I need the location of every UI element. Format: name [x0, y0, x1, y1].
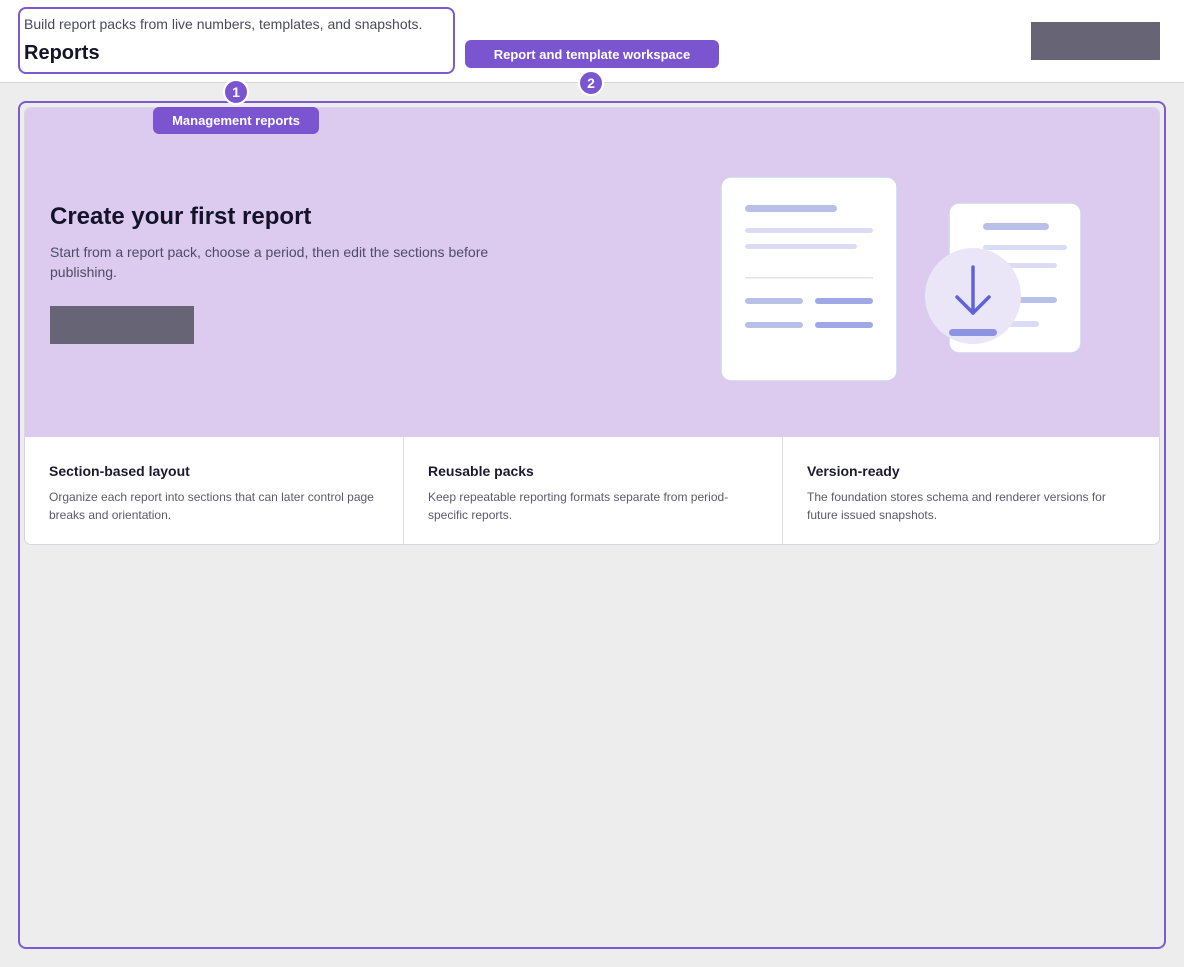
- feature-list: Section-based layout Organize each repor…: [25, 437, 1159, 544]
- hero-description: Start from a report pack, choose a perio…: [50, 244, 489, 280]
- empty-state-card: Create your first report Start from a re…: [24, 107, 1160, 545]
- feature-title: Section-based layout: [49, 463, 190, 479]
- page-header: Build report packs from live numbers, te…: [18, 7, 455, 74]
- page-title: Reports: [24, 42, 100, 64]
- hero-banner: Create your first report Start from a re…: [25, 108, 1159, 437]
- feature-card: Section-based layout Organize each repor…: [25, 437, 404, 544]
- workspace-label: Report and template workspace: [465, 40, 719, 68]
- feature-description: Organize each report into sections that …: [49, 490, 374, 522]
- feature-description: The foundation stores schema and rendere…: [807, 490, 1106, 522]
- page-subtitle: Build report packs from live numbers, te…: [24, 16, 423, 32]
- feature-title: Version-ready: [807, 463, 900, 479]
- feature-description: Keep repeatable reporting formats separa…: [428, 490, 729, 522]
- feature-card: Reusable packs Keep repeatable reporting…: [404, 437, 783, 544]
- report-illustration: [720, 176, 1082, 382]
- annotation-badge-2: 2: [578, 70, 604, 96]
- annotation-badge-1: 1: [223, 79, 249, 105]
- create-report-button[interactable]: [50, 306, 194, 344]
- document-icon: [720, 176, 898, 382]
- download-icon: [925, 248, 1021, 344]
- feature-title: Reusable packs: [428, 463, 534, 479]
- section-label: Management reports: [153, 107, 319, 134]
- header-action-button[interactable]: [1031, 22, 1160, 60]
- hero-title: Create your first report: [50, 203, 312, 230]
- feature-card: Version-ready The foundation stores sche…: [783, 437, 1159, 544]
